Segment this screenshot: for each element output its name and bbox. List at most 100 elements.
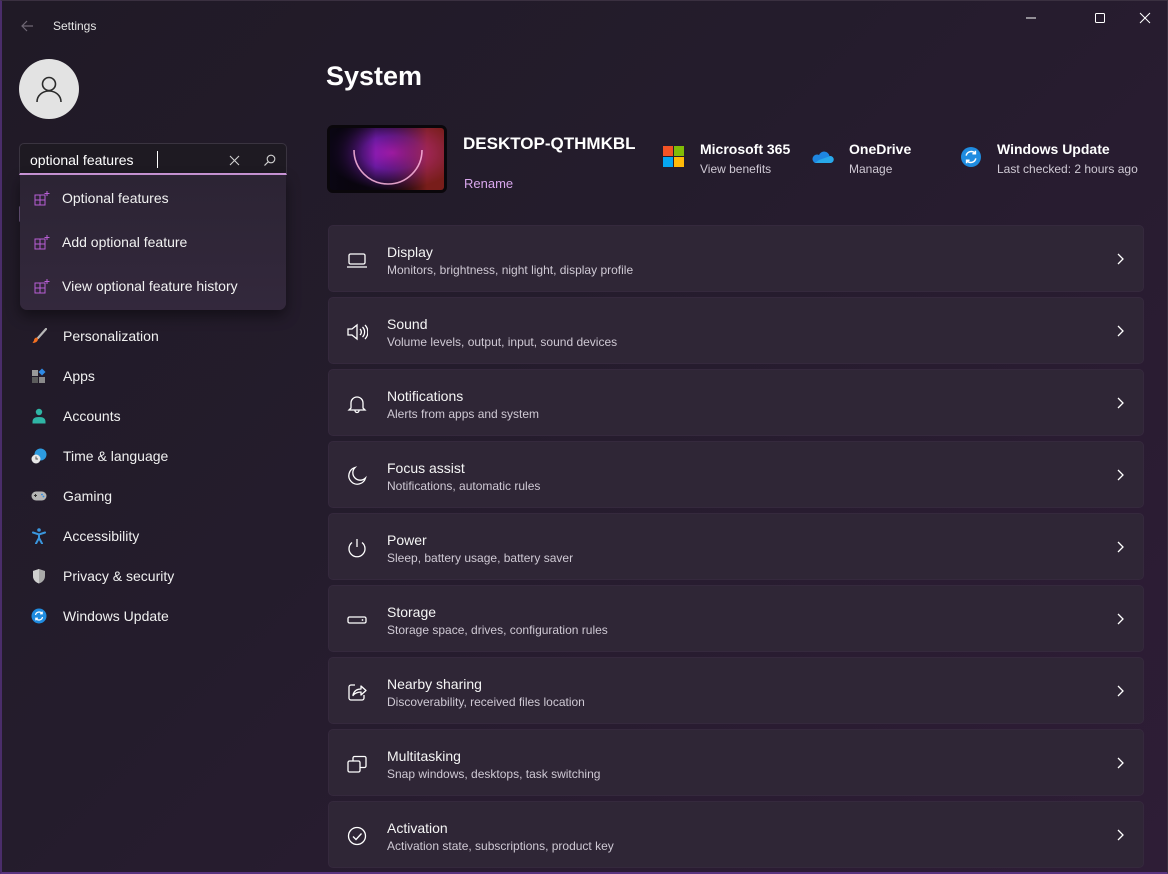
sidebar-item-label: Time & language <box>63 448 169 464</box>
title-bar: Settings <box>2 1 1167 49</box>
suggestion-item[interactable]: View optional feature history <box>20 266 286 306</box>
back-button[interactable] <box>16 15 38 37</box>
search-icon <box>263 154 275 166</box>
moon-icon <box>348 466 367 485</box>
chevron-right-icon <box>1117 829 1124 841</box>
chevron-right-icon <box>1117 613 1124 625</box>
search-box <box>19 143 287 175</box>
power-icon <box>348 539 366 558</box>
sidebar-item-label: Gaming <box>63 488 113 504</box>
card-title: Power <box>387 532 427 548</box>
maximize-icon <box>1095 13 1105 23</box>
person-outline-icon <box>36 76 62 103</box>
chevron-right-icon <box>1117 325 1124 337</box>
laptop-icon <box>347 253 367 268</box>
chevron-right-icon <box>1117 253 1124 265</box>
card-title: Activation <box>387 820 448 836</box>
gamepad-icon <box>31 491 47 501</box>
brush-icon <box>32 328 47 343</box>
close-icon <box>1139 12 1151 24</box>
chevron-right-icon <box>1117 757 1124 769</box>
card-subtitle: Volume levels, output, input, sound devi… <box>387 335 618 349</box>
sidebar-item-personalization[interactable]: Personalization <box>20 318 288 354</box>
settings-card-power[interactable]: Power Sleep, battery usage, battery save… <box>328 513 1144 580</box>
rename-link[interactable]: Rename <box>464 176 513 191</box>
settings-card-display[interactable]: Display Monitors, brightness, night ligh… <box>328 225 1144 292</box>
settings-card-activation[interactable]: Activation Activation state, subscriptio… <box>328 801 1144 868</box>
card-subtitle: Activation state, subscriptions, product… <box>387 839 614 853</box>
update-icon <box>31 608 47 624</box>
sidebar-item-privacy-security[interactable]: Privacy & security <box>20 558 288 594</box>
search-suggestions: Optional features Add optional feature V… <box>20 175 286 310</box>
quick-link-title: Microsoft 365 <box>700 141 791 157</box>
sidebar-item-label: Accessibility <box>63 528 140 544</box>
card-subtitle: Discoverability, received files location <box>387 695 585 709</box>
card-title: Display <box>387 244 433 260</box>
app-title: Settings <box>53 19 97 33</box>
sidebar-item-windows-update[interactable]: Windows Update <box>20 598 288 634</box>
person-icon <box>32 408 46 424</box>
suggestion-label: View optional feature history <box>62 278 238 294</box>
device-wallpaper-thumbnail <box>327 125 447 193</box>
card-title: Nearby sharing <box>387 676 482 692</box>
suggestion-item[interactable]: Add optional feature <box>20 222 286 262</box>
close-button[interactable] <box>1122 1 1167 35</box>
device-name: DESKTOP-QTHMKBL <box>463 134 636 153</box>
text-caret <box>157 151 158 168</box>
settings-window: Settings Optional features <box>0 0 1168 874</box>
sidebar-item-accounts[interactable]: Accounts <box>20 398 288 434</box>
card-subtitle: Notifications, automatic rules <box>387 479 541 493</box>
sidebar-item-label: Privacy & security <box>63 568 175 584</box>
sidebar-item-accessibility[interactable]: Accessibility <box>20 518 288 554</box>
add-apps-icon <box>34 235 50 250</box>
globe-clock-icon <box>31 448 47 464</box>
quick-link-subtitle: Manage <box>849 162 893 176</box>
multitask-icon <box>347 755 367 773</box>
settings-card-notifications[interactable]: Notifications Alerts from apps and syste… <box>328 369 1144 436</box>
quick-link-title: Windows Update <box>997 141 1110 157</box>
search-button[interactable] <box>258 150 280 170</box>
wallpaper-image <box>330 128 444 190</box>
card-title: Multitasking <box>387 748 461 764</box>
sidebar-item-time-language[interactable]: Time & language <box>20 438 288 474</box>
card-title: Notifications <box>387 388 464 404</box>
suggestion-label: Optional features <box>62 190 169 206</box>
back-arrow-icon <box>21 20 33 32</box>
update-icon <box>961 147 981 167</box>
clear-search-button[interactable] <box>223 150 245 170</box>
minimize-button[interactable] <box>1008 1 1054 35</box>
shield-icon <box>33 569 45 584</box>
add-apps-icon <box>34 279 50 294</box>
settings-card-multitasking[interactable]: Multitasking Snap windows, desktops, tas… <box>328 729 1144 796</box>
quick-link-subtitle: Last checked: 2 hours ago <box>997 162 1138 176</box>
settings-card-sound[interactable]: Sound Volume levels, output, input, soun… <box>328 297 1144 364</box>
speaker-icon <box>347 323 368 341</box>
suggestion-label: Add optional feature <box>62 234 188 250</box>
card-title: Focus assist <box>387 460 465 476</box>
chevron-right-icon <box>1117 397 1124 409</box>
search-input[interactable] <box>30 150 220 170</box>
sidebar-item-gaming[interactable]: Gaming <box>20 478 288 514</box>
close-icon <box>229 155 239 165</box>
drive-icon <box>347 616 367 624</box>
card-subtitle: Monitors, brightness, night light, displ… <box>387 263 634 277</box>
share-icon <box>348 684 367 701</box>
microsoft-logo-icon <box>663 146 684 167</box>
accessibility-icon <box>32 528 46 544</box>
sidebar-item-label: Personalization <box>63 328 159 344</box>
settings-card-storage[interactable]: Storage Storage space, drives, configura… <box>328 585 1144 652</box>
avatar[interactable] <box>19 59 79 119</box>
chevron-right-icon <box>1117 685 1124 697</box>
sidebar-item-apps[interactable]: Apps <box>20 358 288 394</box>
settings-card-nearby-sharing[interactable]: Nearby sharing Discoverability, received… <box>328 657 1144 724</box>
settings-card-focus-assist[interactable]: Focus assist Notifications, automatic ru… <box>328 441 1144 508</box>
chevron-right-icon <box>1117 469 1124 481</box>
card-title: Sound <box>387 316 428 332</box>
card-subtitle: Sleep, battery usage, battery saver <box>387 551 574 565</box>
maximize-button[interactable] <box>1077 1 1123 35</box>
sidebar-item-label: Apps <box>63 368 95 384</box>
card-subtitle: Storage space, drives, configuration rul… <box>387 623 608 637</box>
check-circle-icon <box>347 826 367 846</box>
suggestion-item[interactable]: Optional features <box>20 178 286 218</box>
card-subtitle: Alerts from apps and system <box>387 407 540 421</box>
